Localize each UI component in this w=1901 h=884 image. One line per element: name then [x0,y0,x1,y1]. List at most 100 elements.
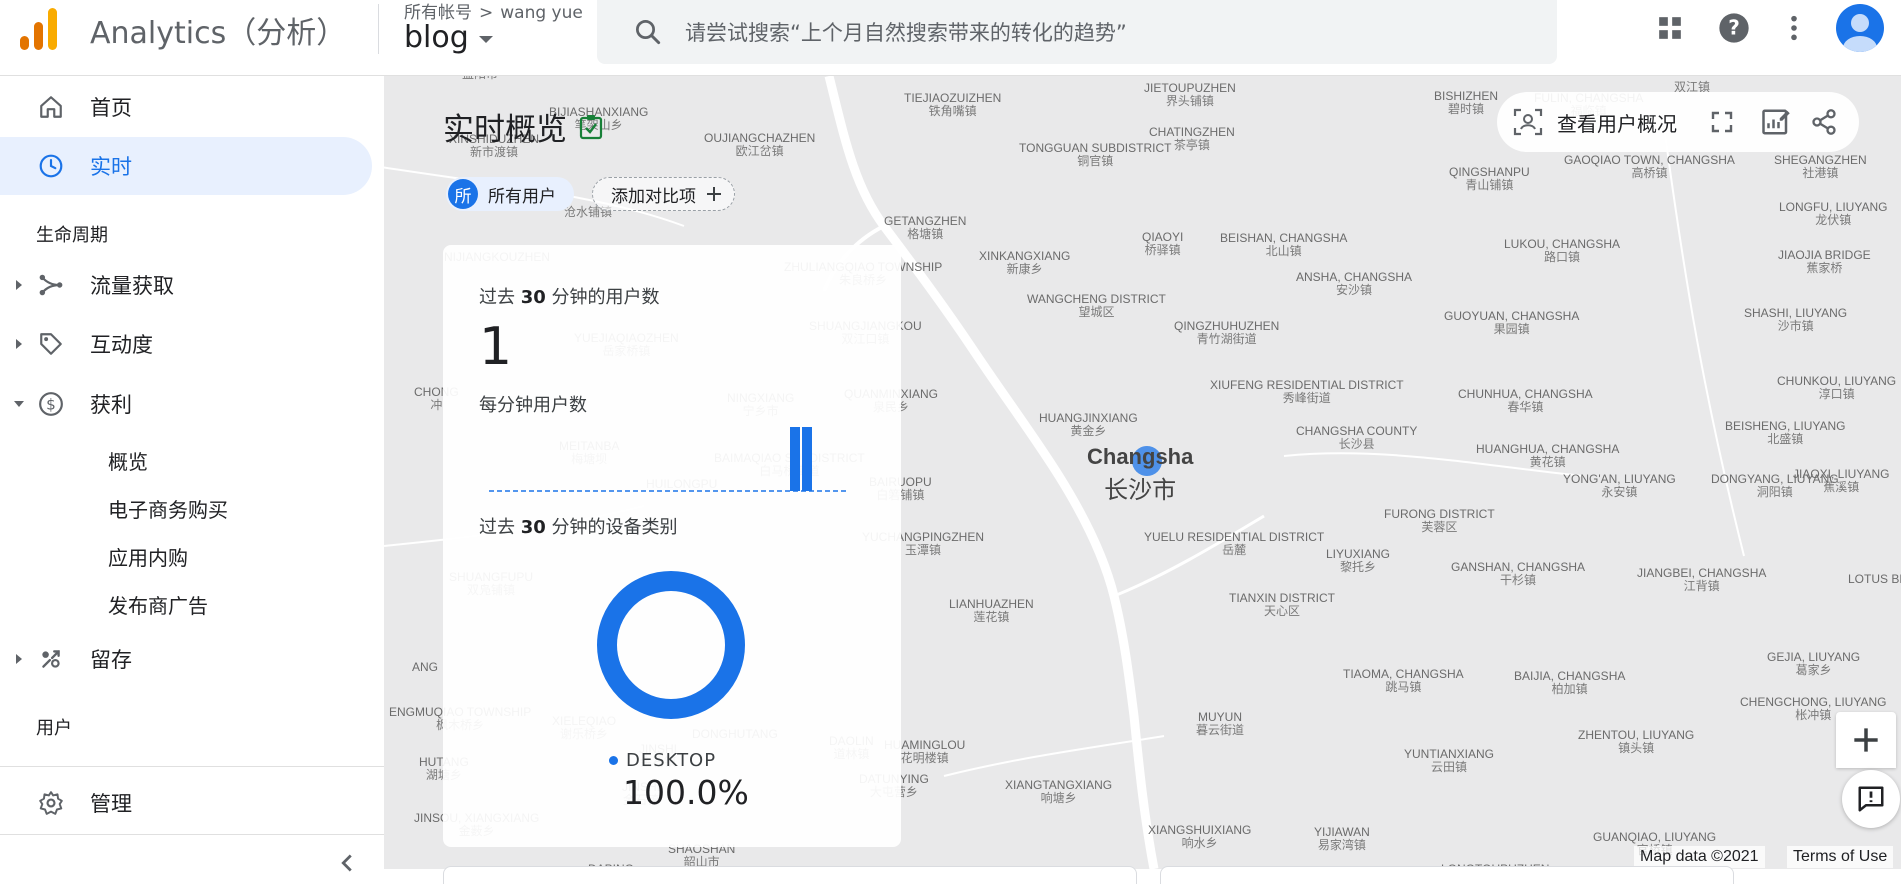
map-place-label: MUYUN 暮云街道 [1196,710,1245,737]
share-icon[interactable] [1807,105,1841,139]
expand-arrow-icon[interactable] [16,280,22,290]
chart-bar[interactable] [790,427,800,491]
account-name: wang yue [500,3,583,23]
map-place-label: ANSHA, CHANGSHA 安沙镇 [1296,270,1413,297]
dollar-icon: $ [36,389,66,419]
expand-arrow-icon[interactable] [16,339,22,349]
map-place-label: BAIJIA, CHANGSHA 柏加镇 [1514,669,1626,696]
svg-text:?: ? [1728,16,1740,40]
account-avatar-icon[interactable] [1836,4,1884,52]
map-place-label: XIUFENG RESIDENTIAL DISTRICT 秀峰街道 [1210,378,1404,405]
nav-acquisition-label: 流量获取 [90,274,174,298]
map-place-label: CHUNHUA, CHANGSHA 春华镇 [1458,387,1593,414]
nav-home[interactable]: 首页 [0,78,372,136]
map-place-label: QIAOYI 桥驿镇 [1142,230,1184,257]
device-label: DESKTOP [626,750,717,771]
map-place-label: 益阳市 [462,76,498,81]
device-category-donut[interactable] [596,570,746,720]
nav-realtime[interactable]: 实时 [0,137,372,195]
map-place-label: YONG'AN, LIUYANG 永安镇 [1563,472,1676,499]
property-name: blog [404,20,469,55]
donut-slice-desktop[interactable] [597,571,745,719]
map-place-label: JIAOXI, LIUYANG 蕉溪镇 [1793,467,1890,494]
customize-report-icon[interactable] [1759,105,1793,139]
nav-publisher-ads[interactable]: 发布商广告 [108,590,208,619]
map-place-label: SHASHI, LIUYANG 沙市镇 [1744,306,1848,333]
nav-engagement-label: 互动度 [90,333,153,357]
view-user-snapshot-button[interactable]: 查看用户概况 [1513,108,1677,137]
map-place-label: GETANGZHEN 格塘镇 [884,214,967,241]
user-heading: 用户 [36,718,72,739]
analytics-logo-icon[interactable] [20,6,62,50]
retention-icon [36,644,66,674]
map-place-label: XINKANGXIANG 新康乡 [979,249,1071,276]
users-30min-value: 1 [479,317,513,377]
map-place-label: LIANHUAZHEN 莲花镇 [949,597,1034,624]
nav-home-label: 首页 [90,96,132,120]
nav-acquisition[interactable]: 流量获取 [0,256,372,314]
apps-grid-icon[interactable] [1652,10,1688,46]
map-place-label: BEISHAN, CHANGSHA 北山镇 [1220,231,1348,258]
segment-badge: 所 [448,179,478,209]
expand-arrow-icon[interactable] [16,654,22,664]
feedback-button[interactable] [1842,770,1900,828]
plus-icon [1854,728,1878,752]
map-place-label: BISHIZHEN 碧时镇 [1434,89,1499,116]
sidebar-divider [0,766,384,767]
app-title: Analytics（分析） [90,16,347,51]
users-per-minute-chart[interactable] [489,425,849,495]
map-place-label: GAOQIAO TOWN, CHANGSHA 高桥镇 [1564,153,1735,180]
map-place-label: LOTUS BRIDGE COMM.荷花 [1848,572,1901,586]
add-comparison-label: 添加对比项 [611,186,696,207]
nav-admin[interactable]: 管理 [0,774,372,832]
terms-of-use-link[interactable]: Terms of Use [1787,846,1894,868]
map-place-label: YUNTIANXIANG 云田镇 [1404,747,1495,774]
verified-check-icon[interactable] [579,114,603,140]
nav-in-app-purchases[interactable]: 应用内购 [108,542,188,571]
map-place-label: QINGZHUHUZHEN 青竹湖街道 [1174,319,1280,346]
map-place-label: YUELU RESIDENTIAL DISTRICT 岳麓 [1144,530,1325,557]
chart-bar[interactable] [802,427,812,491]
map-place-label: CHATINGZHEN 茶亭镇 [1149,125,1235,152]
nav-engagement[interactable]: 互动度 [0,315,372,373]
map-place-label: SHEGANGZHEN 社港镇 [1774,153,1867,180]
zoom-in-button[interactable] [1836,712,1896,768]
nav-retention-label: 留存 [90,648,132,672]
map-place-label: FURONG DISTRICT 芙蓉区 [1384,507,1495,534]
legend-dot [609,756,618,765]
more-vert-icon[interactable] [1776,10,1812,46]
plus-icon [707,187,721,201]
search-input[interactable]: 请尝试搜索“上个月自然搜索带来的转化的趋势” [685,17,1127,47]
map-place-label: JIAOJIA BRIDGE 蕉家桥 [1778,248,1871,275]
users-30min-title: 过去 30 分钟的用户数 [479,287,660,308]
city-name-zh: 长沙市 [1104,477,1177,504]
map-place-label: CHUNKOU, LIUYANG 淳口镇 [1777,374,1897,401]
nav-monetization[interactable]: $ 获利 [0,375,372,433]
map-place-label: LONGFU, LIUYANG 龙伏镇 [1779,200,1888,227]
realtime-users-card: 过去 30 分钟的用户数 1 每分钟用户数 过去 30 分钟的设备类别 DESK… [443,245,901,847]
map-place-label: HUANGJINXIANG 黄金乡 [1039,411,1138,438]
gear-icon [36,788,66,818]
help-icon[interactable]: ? [1716,10,1752,46]
lifecycle-heading: 生命周期 [36,225,108,246]
bottom-card [443,866,1137,884]
nav-retention[interactable]: 留存 [0,630,372,688]
collapse-sidebar-button[interactable] [332,848,362,878]
nav-ecommerce-purchases[interactable]: 电子商务购买 [108,494,228,523]
home-icon [36,92,66,122]
segment-chip-all-users[interactable]: 所 所有用户 [446,177,574,211]
city-label: Changsha 长沙市 [1087,444,1193,505]
fullscreen-icon[interactable] [1705,105,1739,139]
sidebar-divider [0,834,384,835]
map-data-credit: Map data ©2021 [1634,846,1765,868]
city-name-en: Changsha [1087,444,1194,469]
add-comparison-button[interactable]: 添加对比项 [592,177,735,211]
search-bar[interactable]: 请尝试搜索“上个月自然搜索带来的转化的趋势” [597,0,1557,64]
map-place-label: GANSHAN, CHANGSHA 干杉镇 [1451,560,1586,587]
property-selector[interactable]: blog [404,20,493,55]
acquisition-icon [36,270,66,300]
nav-monetization-overview[interactable]: 概览 [108,446,148,475]
search-icon [636,20,661,45]
collapse-arrow-icon[interactable] [14,401,24,407]
svg-text:$: $ [46,395,56,413]
